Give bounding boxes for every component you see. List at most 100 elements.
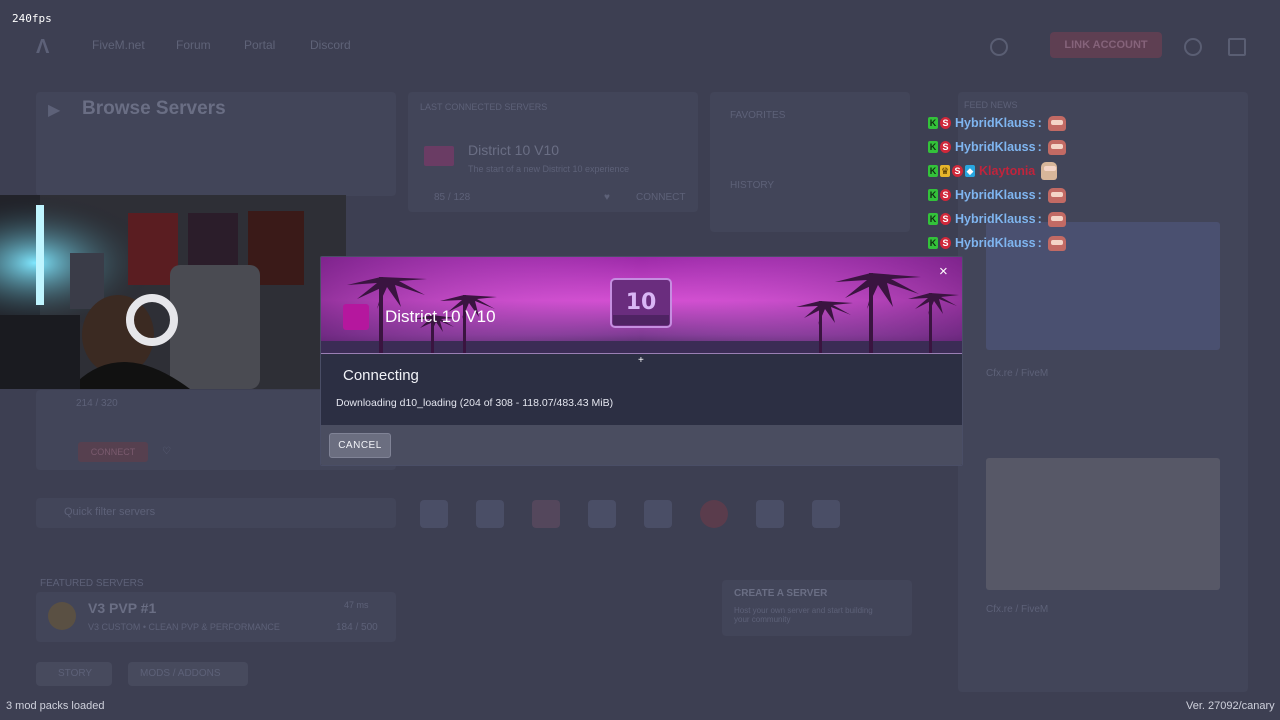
crown-badge-icon: ♛ (940, 165, 950, 177)
modal-server-title: District 10 V10 (385, 307, 496, 326)
featured-server-desc: V3 CUSTOM • CLEAN PVP & PERFORMANCE (88, 622, 280, 632)
chat-separator: : (1037, 116, 1042, 130)
settings-icon[interactable] (1184, 38, 1202, 56)
mods-label: MODS / ADDONS (140, 668, 221, 679)
chat-username[interactable]: HybridKlauss (955, 212, 1036, 226)
social-icon-1[interactable] (420, 500, 448, 528)
social-icon-8[interactable] (812, 500, 840, 528)
featured-ping: 47 ms (344, 600, 369, 610)
svg-text:10: 10 (626, 290, 657, 315)
social-icon-5[interactable] (644, 500, 672, 528)
chat-separator: : (1037, 236, 1042, 250)
kick-badge-icon: K (928, 165, 938, 177)
sub-badge-icon: S (940, 117, 951, 129)
pig-emote-icon (1047, 115, 1066, 131)
webcam-image (0, 195, 346, 389)
pig-emote-icon (1047, 211, 1066, 227)
modal-footer (321, 425, 962, 465)
status-title: Connecting (343, 367, 419, 384)
featured-server-name: V3 PVP #1 (88, 600, 157, 616)
kick-badge-icon: K (928, 237, 938, 249)
connecting-modal: 10 District 10 V10 × + Connecting Downlo… (320, 256, 963, 466)
chat-message: K S HybridKlauss: (928, 233, 1066, 253)
server-logo (424, 146, 454, 166)
webcam-overlay (0, 195, 346, 389)
chat-separator: : (1037, 140, 1042, 154)
sub-badge-icon: S (940, 237, 951, 249)
chat-username[interactable]: HybridKlauss (955, 116, 1036, 130)
sub-badge-icon: S (952, 165, 963, 177)
kick-badge-icon: K (928, 141, 938, 153)
pig-emote-icon (1047, 187, 1066, 203)
server-banner-image: 10 (321, 257, 962, 354)
browse-title: Browse Servers (82, 98, 226, 119)
history-header[interactable]: HISTORY (730, 180, 774, 191)
mods-loaded-status: 3 mod packs loaded (6, 700, 105, 712)
sub-badge-icon: S (940, 189, 951, 201)
kick-badge-icon: K (928, 189, 938, 201)
version-label: Ver. 27092/canary (1186, 700, 1275, 712)
chat-message: K ♛ S ◆ Klaytonia (928, 161, 1058, 181)
social-icon-3[interactable] (532, 500, 560, 528)
chat-separator: : (1037, 188, 1042, 202)
download-status-text: Downloading d10_loading (204 of 308 - 11… (336, 397, 614, 409)
pig-emote-icon (1047, 235, 1066, 251)
feed-author-2: Cfx.re / FiveM (986, 604, 1049, 615)
last-server-connect[interactable]: CONNECT (636, 192, 685, 203)
last-server-desc: The start of a new District 10 experienc… (468, 164, 630, 174)
link-account-button[interactable]: LINK ACCOUNT (1050, 32, 1162, 58)
chat-message: K S HybridKlauss: (928, 137, 1066, 157)
last-server-name[interactable]: District 10 V10 (468, 142, 559, 158)
left-card-heart-icon[interactable]: ♡ (162, 446, 171, 457)
fivem-logo: Λ (36, 36, 50, 58)
left-card-connect-button[interactable]: CONNECT (78, 442, 148, 462)
chat-username[interactable]: Klaytonia (979, 164, 1035, 178)
feed-title: FEED NEWS (964, 100, 1018, 110)
nav-link-discord[interactable]: Discord (310, 38, 351, 52)
server-icon (343, 304, 369, 330)
nav-link-fivem[interactable]: FiveM.net (92, 38, 145, 52)
social-icon-row (420, 500, 920, 530)
last-server-players: 85 / 128 (434, 192, 471, 203)
close-icon[interactable]: × (939, 263, 948, 280)
chat-message: K S HybridKlauss: (928, 113, 1066, 133)
feed-author-1: Cfx.re / FiveM (986, 368, 1049, 379)
chat-username[interactable]: HybridKlauss (955, 188, 1036, 202)
featured-header: FEATURED SERVERS (40, 578, 144, 589)
featured-players: 184 / 500 (336, 622, 378, 633)
create-server-desc: Host your own server and start building … (734, 606, 873, 624)
kick-badge-icon: K (928, 117, 938, 129)
nav-link-portal[interactable]: Portal (244, 38, 275, 52)
create-server-title: CREATE A SERVER (734, 588, 828, 599)
story-label: STORY (58, 668, 93, 679)
social-icon-7[interactable] (756, 500, 784, 528)
play-icon: ▶ (48, 102, 61, 119)
chat-username[interactable]: HybridKlauss (955, 140, 1036, 154)
chat-message: K S HybridKlauss: (928, 209, 1066, 229)
cancel-button[interactable]: CANCEL (329, 433, 391, 458)
fps-counter: 240fps (12, 12, 52, 25)
social-icon-2[interactable] (476, 500, 504, 528)
user-icon[interactable] (990, 38, 1008, 56)
district10-logo: 10 (610, 278, 672, 328)
chat-separator: : (1037, 212, 1042, 226)
quick-search-text: Quick filter servers (64, 506, 156, 518)
favorites-header[interactable]: FAVORITES (730, 110, 785, 121)
chat-username[interactable]: HybridKlauss (955, 236, 1036, 250)
feed-panel (958, 92, 1248, 692)
nav-link-forum[interactable]: Forum (176, 38, 211, 52)
gift-badge-icon: ◆ (965, 165, 975, 177)
left-card-players: 214 / 320 (76, 398, 118, 409)
last-connected-header: LAST CONNECTED SERVERS (420, 102, 548, 112)
social-icon-6[interactable] (700, 500, 728, 528)
social-icon-4[interactable] (588, 500, 616, 528)
sub-badge-icon: S (940, 213, 951, 225)
sub-badge-icon: S (940, 141, 951, 153)
kick-badge-icon: K (928, 213, 938, 225)
chat-message: K S HybridKlauss: (928, 185, 1066, 205)
face-emote-icon (1041, 162, 1058, 180)
mouse-cursor-icon: + (638, 355, 644, 366)
heart-icon[interactable]: ♥ (604, 192, 610, 203)
feed-image-2 (986, 458, 1220, 590)
exit-icon[interactable] (1228, 38, 1246, 56)
